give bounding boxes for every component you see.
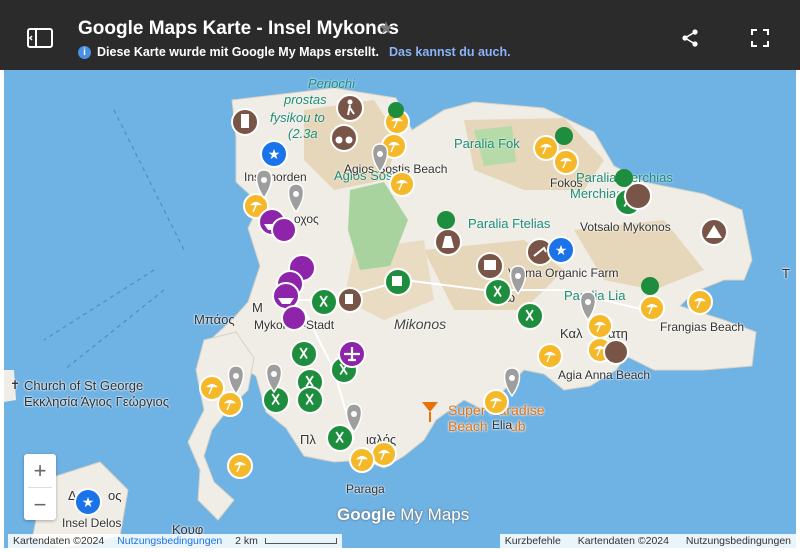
zoom-out-button[interactable]: − [24,488,56,521]
label-agia-anna: Agia Anna Beach [558,368,651,382]
label-insel-delos: Insel Delos [62,516,122,530]
google-my-maps-logo: Google My Maps [337,505,470,524]
label-kalo: Καλ [560,326,583,341]
church-icon: ✝ [10,378,21,392]
label-paralia-fok: Paralia Fok [454,136,520,151]
map-canvas[interactable]: Periochi prostas fysikou to (2.3a Agios … [4,70,796,548]
label-mpaos: Μπάος [194,312,235,327]
create-map-link[interactable]: Das kannst du auch. [389,45,511,59]
map-subtitle: i Diese Karte wurde mit Google My Maps e… [78,45,511,59]
label-ati: άτη [608,326,628,341]
footer-left: Kartendaten ©2024 Nutzungsbedingungen 2 … [8,534,342,548]
label-vioma: Vioma Organic Farm [508,266,619,280]
zoom-in-button[interactable]: + [24,454,56,487]
label-inselnorden: Inselnorden [244,170,307,184]
label-ialos: ιαλός [366,432,397,447]
label-delos-gr: Δ [68,488,77,503]
footer-right: Kurzbefehle Kartendaten ©2024 Nutzungsbe… [499,534,796,548]
kartendaten-left: Kartendaten ©2024 [13,535,105,547]
fullscreen-icon[interactable] [747,25,773,51]
nutzung-left-link[interactable]: Nutzungsbedingungen [117,535,222,547]
subtitle-text: Diese Karte wurde mit Google My Maps ers… [97,45,380,59]
label-paralia-ftelias: Paralia Ftelias [468,216,551,231]
label-super-paradise: Super Paradise [448,402,545,418]
share-icon[interactable] [677,25,703,51]
label-pl: Πλ [300,432,316,447]
nutzung-right-link[interactable]: Nutzungsbedingungen [686,535,791,547]
label-elia: Elia [492,418,513,432]
star-icon[interactable]: ★ [378,18,394,39]
label-prostasias: prostas [284,92,327,107]
label-t: Τ [782,266,790,281]
label-frangias: Frangias Beach [660,320,745,334]
label-m: Μ [252,300,263,315]
label-ano: Άνω [490,290,516,305]
info-icon: i [78,45,91,59]
label-merchias: Merchias [570,186,623,201]
maps-embed: Google Maps Karte - Insel Mykonos ★ i Di… [0,0,800,552]
label-votsalo: Votsalo Mykonos [580,220,671,234]
label-area: (2.3a [288,126,318,141]
label-paralia-merchias: Paralia Merchias [576,170,673,185]
southwest-peninsula [187,331,255,521]
label-church-en: Church of St George [24,378,144,393]
label-fysikou: fysikou to [270,110,325,125]
sidebar-toggle-icon[interactable] [27,25,53,51]
label-beach: Beach [448,418,488,434]
label-club: ub [510,418,526,434]
kurzbefehle-link[interactable]: Kurzbefehle [505,535,561,547]
label-agios-beach: Agios Sostis Beach [344,162,448,176]
label-church-gr: Εκκλησία Άγιος Γεώργιος [24,394,170,409]
label-ochos: οχος [294,212,319,226]
label-paralia-lia: Paralia Lia [564,288,626,303]
header-bar: Google Maps Karte - Insel Mykonos ★ i Di… [0,0,800,70]
map-base-layer [4,87,757,548]
label-delos-os: ος [108,488,122,503]
label-mykonos: Mikonos [394,316,447,332]
scale-bar [264,538,337,545]
label-periochi: Periochi [308,76,355,91]
scale-label: 2 km [235,535,258,547]
kartendaten-right: Kartendaten ©2024 [577,535,669,547]
label-paraga: Paraga [346,482,385,496]
label-mykonos-stadt: Mykonos-Stadt [254,318,335,332]
map-title: Google Maps Karte - Insel Mykonos [78,18,399,39]
zoom-control: + − [24,454,56,520]
